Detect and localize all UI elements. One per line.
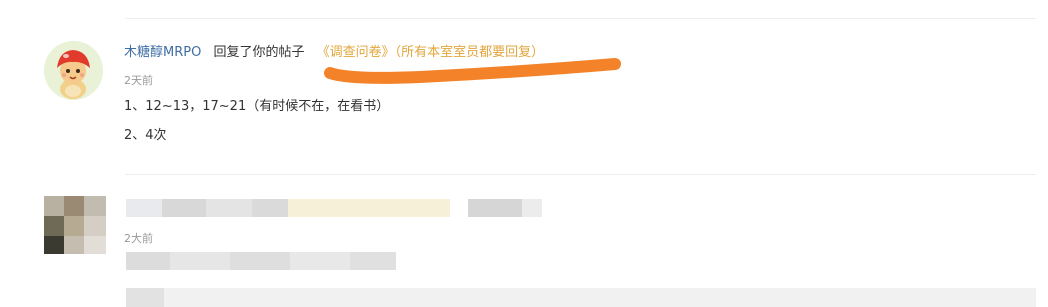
post-title-link[interactable]: 《调查问卷》（所有本室室员都要回复）: [317, 45, 545, 60]
divider: [125, 18, 1036, 19]
divider: [125, 174, 1036, 175]
avatar-character-icon: [44, 41, 103, 100]
blurred-avatar: [44, 196, 106, 254]
username-link[interactable]: 木糖醇MRPO: [124, 45, 201, 60]
notification-page: 木糖醇MRPO 回复了你的帖子 《调查问卷》（所有本室室员都要回复） 2天前 1…: [0, 0, 1048, 307]
notification-time: 2天前: [124, 74, 153, 87]
notification-time: 2大前: [124, 232, 153, 245]
avatar[interactable]: [44, 41, 103, 100]
notification-header: 木糖醇MRPO 回复了你的帖子 《调查问卷》（所有本室室员都要回复）: [124, 43, 544, 63]
action-text: 回复了你的帖子: [213, 45, 305, 60]
reply-line: 1、12~13，17~21（有时候不在，在看书）: [124, 99, 390, 114]
reply-line: 2、4次: [124, 128, 167, 143]
